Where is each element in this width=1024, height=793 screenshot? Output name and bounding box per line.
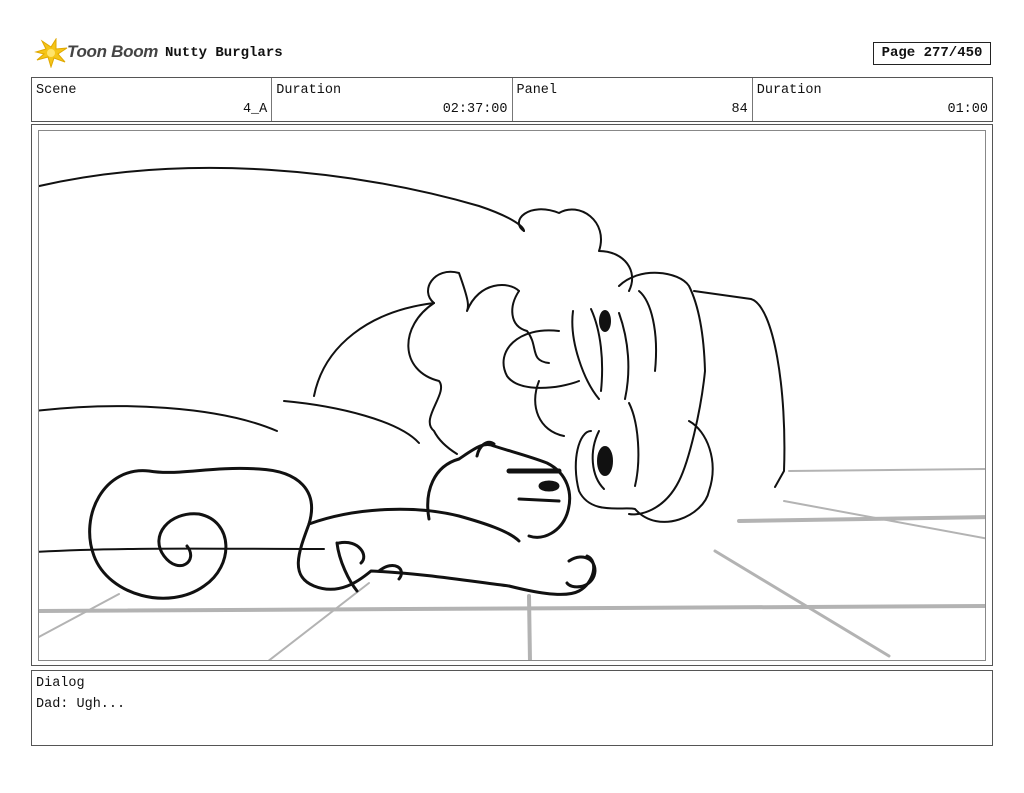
panel-value: 84	[731, 102, 748, 117]
dialog-box: Dialog Dad: Ugh...	[31, 670, 993, 746]
panel-sketch	[39, 166, 985, 660]
scene-duration-value: 02:37:00	[442, 102, 508, 117]
starburst-icon	[34, 37, 68, 69]
dad-figure	[407, 208, 786, 523]
toon-boom-logo: Toon Boom	[34, 37, 160, 69]
dialog-text: Dad: Ugh...	[36, 697, 126, 712]
scene-value: 4_A	[242, 102, 268, 117]
panel-cell: Panel 84	[513, 78, 753, 121]
info-table: Scene 4_A Duration 02:37:00 Panel 84 Dur…	[31, 77, 993, 122]
panel-label: Panel	[516, 83, 558, 98]
squirrel-figure	[88, 440, 597, 600]
panel-duration-cell: Duration 01:00	[753, 78, 992, 121]
scene-cell: Scene 4_A	[32, 78, 273, 121]
couch-outline	[39, 166, 525, 553]
scene-duration-cell: Duration 02:37:00	[272, 78, 513, 121]
storyboard-panel	[38, 130, 986, 661]
dialog-label: Dialog	[36, 676, 85, 691]
project-title: Nutty Burglars	[165, 45, 283, 61]
scene-duration-label: Duration	[276, 83, 342, 98]
panel-duration-label: Duration	[756, 83, 822, 98]
panel-duration-value: 01:00	[947, 102, 988, 117]
scene-label: Scene	[36, 83, 77, 98]
logo-text: Toon Boom	[67, 42, 159, 61]
page-indicator: Page 277/450	[873, 42, 991, 65]
